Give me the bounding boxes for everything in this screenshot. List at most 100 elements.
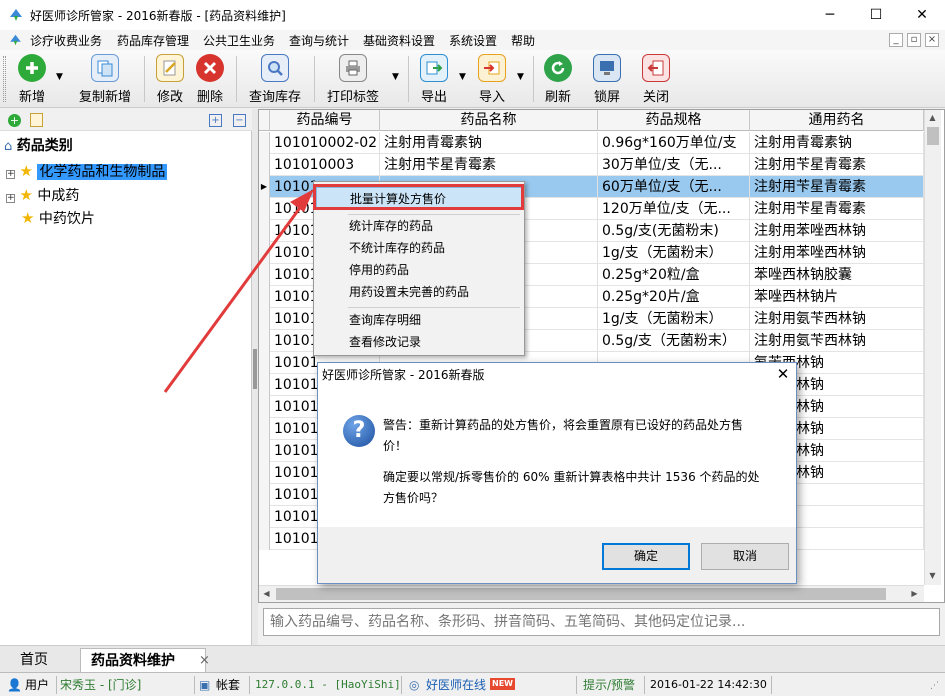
cell-generic[interactable]: 注射用苯唑西林钠 — [750, 242, 924, 264]
app-menu-icon[interactable] — [8, 33, 23, 47]
scroll-up-icon[interactable]: ▲ — [925, 110, 940, 125]
cell-name[interactable]: 注射用青霉素钠 — [380, 132, 598, 154]
scroll-thumb[interactable] — [927, 127, 939, 145]
export-button[interactable]: 导出 — [416, 54, 452, 105]
row-indicator[interactable] — [259, 462, 270, 484]
column-header-code[interactable]: 药品编号 — [270, 110, 380, 131]
row-indicator[interactable] — [259, 154, 270, 176]
collapse-all-icon[interactable]: − — [233, 114, 246, 127]
row-indicator[interactable] — [259, 506, 270, 528]
cell-spec[interactable]: 0.96g*160万单位/支 — [598, 132, 750, 154]
query-stock-button[interactable]: 查询库存 — [244, 54, 306, 105]
add-category-icon[interactable]: + — [8, 114, 21, 127]
menu-public-health[interactable]: 公共卫生业务 — [203, 32, 275, 49]
tab-close-icon[interactable]: × — [199, 649, 210, 673]
row-indicator[interactable] — [259, 528, 270, 550]
tree-item-proprietary[interactable]: + ★ 中成药 — [6, 184, 79, 206]
cell-generic[interactable]: 注射用氨苄西林钠 — [750, 330, 924, 352]
print-label-button[interactable]: 打印标签 — [322, 54, 384, 105]
row-indicator[interactable] — [259, 418, 270, 440]
import-button[interactable]: 导入 — [474, 54, 510, 105]
menu-query-statistics[interactable]: 查询与统计 — [289, 32, 349, 49]
print-dropdown-arrow[interactable]: ▼ — [392, 72, 399, 82]
cell-spec[interactable]: 0.5g/支（无菌粉末） — [598, 330, 750, 352]
cell-generic[interactable]: 苯唑西林钠胶囊 — [750, 264, 924, 286]
row-indicator[interactable] — [259, 396, 270, 418]
row-indicator[interactable] — [259, 264, 270, 286]
splitter-grip[interactable] — [253, 349, 257, 389]
cell-spec[interactable]: 1g/支（无菌粉末） — [598, 242, 750, 264]
toolbar-grip[interactable] — [3, 56, 6, 102]
menu-item-no-count-stock[interactable]: 不统计库存的药品 — [316, 237, 522, 259]
tree-item-herbal[interactable]: ★ 中药饮片 — [21, 207, 95, 229]
cell-spec[interactable]: 120万单位/支（无... — [598, 198, 750, 220]
expand-icon[interactable]: + — [6, 170, 15, 179]
mdi-close-button[interactable]: × — [925, 33, 939, 47]
cell-generic[interactable]: 注射用氨苄西林钠 — [750, 308, 924, 330]
tab-drug-maintenance[interactable]: 药品资料维护 × — [80, 648, 210, 672]
maximize-button[interactable]: ☐ — [853, 0, 899, 30]
copy-add-button[interactable]: 复制新增 — [74, 54, 136, 105]
row-indicator[interactable] — [259, 352, 270, 374]
status-tips[interactable]: 提示/预警 — [583, 676, 635, 694]
tree-root[interactable]: ⌂ 药品类别 — [4, 135, 73, 157]
scroll-right-icon[interactable]: ▶ — [907, 586, 922, 601]
resize-grip-icon[interactable]: ⋰ — [930, 681, 939, 691]
cell-spec[interactable]: 0.25g*20片/盒 — [598, 286, 750, 308]
lock-screen-button[interactable]: 锁屏 — [589, 54, 625, 105]
row-indicator[interactable] — [259, 132, 270, 154]
cell-spec[interactable]: 0.25g*20粒/盒 — [598, 264, 750, 286]
row-indicator[interactable] — [259, 440, 270, 462]
table-row[interactable]: 101010003 注射用苄星青霉素 30万单位/支（无... 注射用苄星青霉素 — [259, 154, 924, 176]
row-indicator[interactable] — [259, 374, 270, 396]
row-indicator[interactable] — [259, 198, 270, 220]
cell-generic[interactable]: 注射用青霉素钠 — [750, 132, 924, 154]
menu-item-count-stock[interactable]: 统计库存的药品 — [316, 215, 522, 237]
dialog-cancel-button[interactable]: 取消 — [701, 543, 789, 570]
cell-generic[interactable]: 注射用苄星青霉素 — [750, 154, 924, 176]
edit-button[interactable]: 修改 — [152, 54, 188, 105]
mdi-minimize-button[interactable]: _ — [889, 33, 903, 47]
mdi-restore-button[interactable]: ▫ — [907, 33, 921, 47]
menu-basic-data[interactable]: 基础资料设置 — [363, 32, 435, 49]
cell-code[interactable]: 101010003 — [270, 154, 380, 176]
menu-item-disabled-drugs[interactable]: 停用的药品 — [316, 259, 522, 281]
cell-spec[interactable]: 60万单位/支（无... — [598, 176, 750, 198]
row-indicator[interactable] — [259, 286, 270, 308]
row-indicator[interactable] — [259, 484, 270, 506]
scroll-down-icon[interactable]: ▼ — [925, 568, 940, 583]
dialog-ok-button[interactable]: 确定 — [602, 543, 690, 570]
cell-generic[interactable]: 注射用苄星青霉素 — [750, 176, 924, 198]
row-indicator[interactable] — [259, 308, 270, 330]
column-header-spec[interactable]: 药品规格 — [598, 110, 750, 131]
tree-item-chemical[interactable]: + ★ 化学药品和生物制品 — [6, 160, 168, 182]
export-dropdown-arrow[interactable]: ▼ — [459, 72, 466, 82]
close-page-button[interactable]: 关闭 — [638, 54, 674, 105]
row-indicator[interactable] — [259, 330, 270, 352]
cell-name[interactable]: 注射用苄星青霉素 — [380, 154, 598, 176]
menu-item-change-log[interactable]: 查看修改记录 — [316, 331, 522, 353]
search-input[interactable] — [264, 609, 939, 635]
status-online-link[interactable]: 好医师在线 — [426, 676, 486, 694]
menu-system-settings[interactable]: 系统设置 — [449, 32, 497, 49]
cell-spec[interactable]: 30万单位/支（无... — [598, 154, 750, 176]
cell-generic[interactable]: 苯唑西林钠片 — [750, 286, 924, 308]
menu-clinic-billing[interactable]: 诊疗收费业务 — [30, 32, 102, 49]
add-button[interactable]: 新增 — [14, 54, 50, 105]
row-indicator[interactable] — [259, 242, 270, 264]
add-dropdown-arrow[interactable]: ▼ — [56, 72, 63, 82]
cell-generic[interactable]: 注射用苄星青霉素 — [750, 198, 924, 220]
tab-home[interactable]: 首页 — [10, 648, 58, 672]
cell-spec[interactable]: 0.5g/支(无菌粉末) — [598, 220, 750, 242]
refresh-button[interactable]: 刷新 — [540, 54, 576, 105]
row-indicator[interactable] — [259, 220, 270, 242]
menu-item-incomplete-settings[interactable]: 用药设置未完善的药品 — [316, 281, 522, 303]
import-dropdown-arrow[interactable]: ▼ — [517, 72, 524, 82]
menu-help[interactable]: 帮助 — [511, 32, 535, 49]
current-row-indicator-icon[interactable]: ▶ — [259, 176, 270, 198]
table-row[interactable]: 101010002-02 注射用青霉素钠 0.96g*160万单位/支 注射用青霉素钠 — [259, 132, 924, 154]
expand-icon[interactable]: + — [6, 194, 15, 203]
cell-generic[interactable]: 注射用苯唑西林钠 — [750, 220, 924, 242]
cell-spec[interactable]: 1g/支（无菌粉末） — [598, 308, 750, 330]
expand-all-icon[interactable]: + — [209, 114, 222, 127]
